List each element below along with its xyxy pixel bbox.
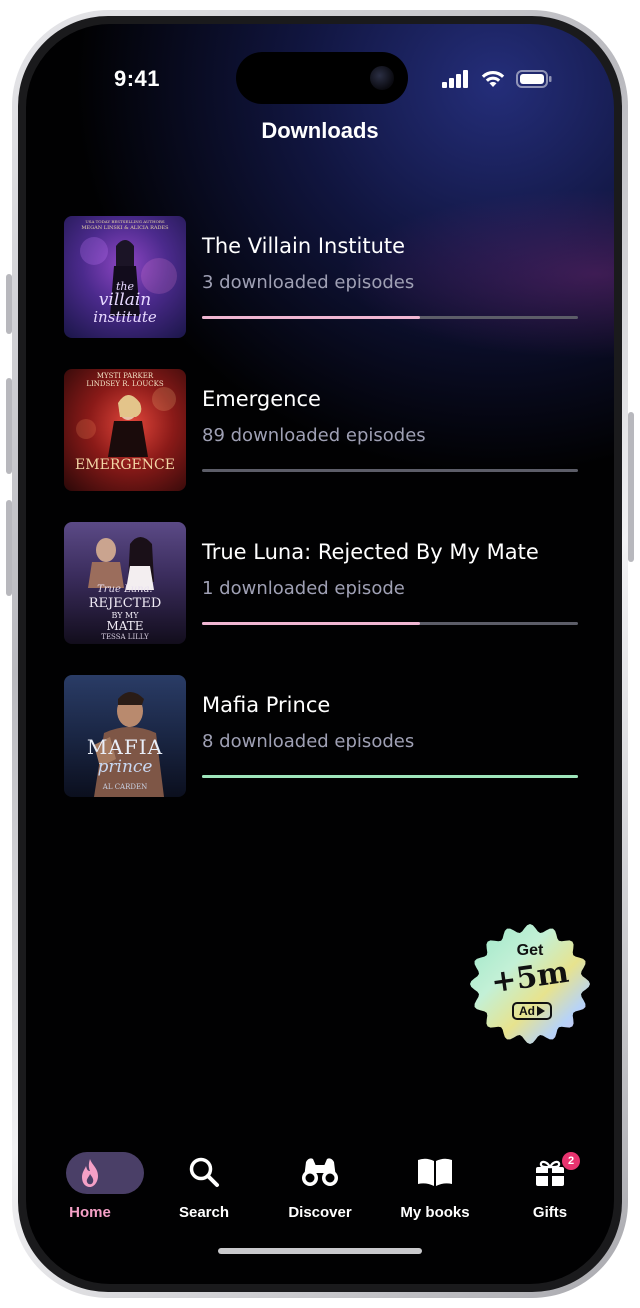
cover-authors: TESSA LILLY: [101, 633, 149, 641]
cover-title: villain: [98, 290, 152, 310]
front-camera-icon: [370, 66, 394, 90]
open-book-icon: [418, 1158, 452, 1186]
notification-badge: 2: [562, 1152, 580, 1170]
tab-label: My books: [400, 1204, 470, 1221]
download-item[interactable]: MYSTI PARKER LINDSEY R. LOUCKS EMERGENCE…: [64, 369, 578, 493]
action-button: [6, 274, 12, 334]
app-screen: 9:41 Downloads USA TODAY BESTSELLING AUT…: [26, 24, 614, 1284]
episode-count: 3 downloaded episodes: [202, 272, 415, 293]
dynamic-island: [236, 52, 408, 104]
tab-label: Home: [69, 1204, 111, 1221]
search-icon: [189, 1157, 219, 1187]
book-title: True Luna: Rejected By My Mate: [202, 540, 539, 564]
tab-home[interactable]: Home: [40, 1148, 144, 1228]
cover-title: MAFIA: [86, 735, 164, 759]
progress-bar: [202, 469, 578, 472]
ad-label-text: Ad: [519, 1004, 535, 1018]
power-button: [628, 412, 634, 562]
get-minutes-ad-button[interactable]: Get +5m Ad: [468, 922, 592, 1046]
book-title: Emergence: [202, 387, 321, 411]
book-cover: MYSTI PARKER LINDSEY R. LOUCKS EMERGENCE: [64, 369, 186, 491]
status-icons: [442, 70, 552, 88]
progress-bar: [202, 622, 578, 625]
book-cover: True Luna: REJECTED BY MY MATE TESSA LIL…: [64, 522, 186, 644]
tab-label: Discover: [288, 1204, 352, 1221]
episode-count: 1 downloaded episode: [202, 578, 405, 599]
book-cover: USA TODAY BESTSELLING AUTHORS MEGAN LINS…: [64, 216, 186, 338]
battery-icon: [516, 70, 552, 88]
tab-my-books[interactable]: My books: [385, 1148, 485, 1228]
cover-title: REJECTED: [88, 596, 162, 611]
cover-title: EMERGENCE: [75, 457, 175, 473]
download-item[interactable]: USA TODAY BESTSELLING AUTHORS MEGAN LINS…: [64, 216, 578, 340]
tab-discover[interactable]: Discover: [270, 1148, 370, 1228]
cellular-signal-icon: [442, 70, 468, 88]
home-indicator: [218, 1248, 422, 1254]
progress-fill: [202, 775, 578, 778]
episode-count: 89 downloaded episodes: [202, 425, 426, 446]
cover-title: True Luna:: [97, 584, 153, 595]
book-title: The Villain Institute: [202, 234, 406, 258]
book-cover: MAFIA prince AL CARDEN: [64, 675, 186, 797]
cover-title: MATE: [106, 619, 144, 633]
volume-down-button: [6, 500, 12, 596]
tab-label: Search: [178, 1204, 230, 1221]
download-item[interactable]: MAFIA prince AL CARDEN Mafia Prince 8 do…: [64, 675, 578, 799]
book-title: Mafia Prince: [202, 693, 331, 717]
progress-bar: [202, 316, 578, 319]
volume-up-button: [6, 378, 12, 474]
download-item[interactable]: True Luna: REJECTED BY MY MATE TESSA LIL…: [64, 522, 578, 646]
progress-fill: [202, 622, 421, 625]
cover-authors: AL CARDEN: [102, 783, 148, 791]
flame-icon: [82, 1159, 98, 1187]
play-icon: [537, 1006, 545, 1016]
cover-title: institute: [93, 308, 157, 326]
progress-bar: [202, 775, 578, 778]
bottom-tab-bar: Home Search Discover My books 2 Gifts: [26, 1148, 614, 1228]
wifi-icon: [481, 70, 505, 87]
page-title: Downloads: [261, 118, 379, 143]
tab-gifts[interactable]: 2 Gifts: [500, 1148, 600, 1228]
ad-label: Ad: [512, 1002, 552, 1020]
cover-title: prince: [97, 757, 153, 777]
episode-count: 8 downloaded episodes: [202, 731, 415, 752]
progress-fill: [202, 316, 421, 319]
tab-search[interactable]: Search: [154, 1148, 254, 1228]
status-time: 9:41: [114, 66, 161, 91]
tab-label: Gifts: [532, 1204, 568, 1221]
binoculars-icon: [302, 1158, 338, 1186]
